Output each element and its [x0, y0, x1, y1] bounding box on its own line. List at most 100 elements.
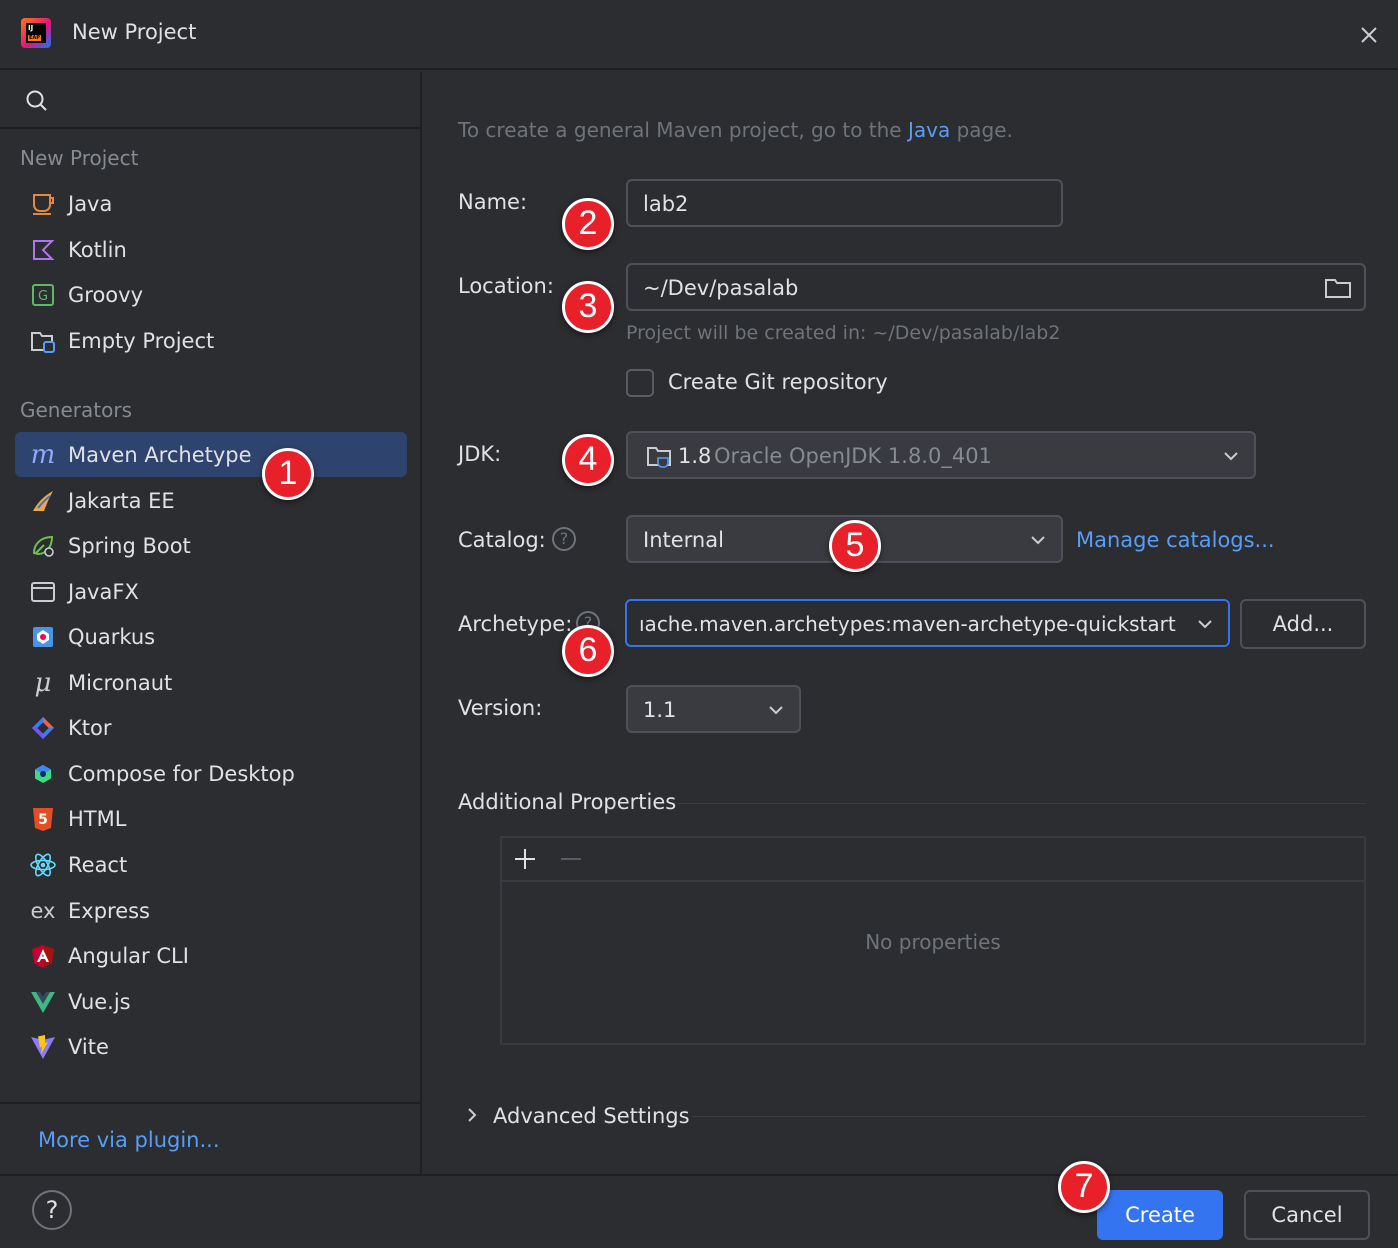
version-label: Version: [458, 696, 543, 720]
sidebar-item-label: JavaFX [68, 580, 139, 604]
sidebar-item-express[interactable]: ex Express [15, 888, 407, 933]
jdk-dropdown[interactable]: 1.8 Oracle OpenJDK 1.8.0_401 [626, 431, 1256, 479]
plus-icon[interactable] [512, 846, 538, 872]
sidebar-item-react[interactable]: React [15, 842, 407, 887]
sidebar-item-angular-cli[interactable]: Angular CLI [15, 933, 407, 978]
app-logo-badge: EAP [28, 35, 41, 41]
cancel-button[interactable]: Cancel [1244, 1190, 1370, 1240]
sidebar-item-micronaut[interactable]: μ Micronaut [15, 660, 407, 705]
more-via-plugin-link[interactable]: More via plugin... [38, 1128, 220, 1152]
archetype-label: Archetype: [458, 612, 573, 636]
location-field[interactable]: ~/Dev/pasalab [626, 263, 1366, 311]
sidebar-item-vue-js[interactable]: Vue.js [15, 979, 407, 1024]
sidebar-item-label: Express [68, 899, 151, 923]
search-icon[interactable] [24, 88, 50, 114]
sidebar-item-label: Empty Project [68, 329, 215, 353]
sidebar-item-label: Jakarta EE [68, 489, 175, 513]
sidebar-item-label: Vue.js [68, 990, 131, 1014]
express-icon: ex [30, 899, 56, 923]
sidebar-item-jakarta-ee[interactable]: Jakarta EE [15, 478, 407, 523]
sidebar-item-label: Vite [68, 1035, 109, 1059]
sidebar-item-vite[interactable]: Vite [15, 1024, 407, 1069]
help-button[interactable]: ? [32, 1190, 72, 1230]
compose-icon [29, 760, 57, 788]
catalog-label: Catalog: [458, 528, 546, 552]
sidebar: New Project Java Kotlin G Groovy Empty P… [0, 72, 422, 1174]
vite-icon [29, 1033, 57, 1061]
version-dropdown[interactable]: 1.1 [626, 685, 801, 733]
annotation-badge-4: 4 [562, 434, 614, 486]
jdk-folder-icon [647, 447, 671, 468]
sidebar-search[interactable] [0, 72, 420, 129]
name-label: Name: [458, 190, 528, 214]
quarkus-icon [29, 623, 57, 651]
properties-table: No properties [500, 836, 1366, 1045]
properties-toolbar [502, 838, 1364, 882]
manage-catalogs-link[interactable]: Manage catalogs... [1076, 528, 1275, 552]
kotlin-icon [29, 236, 57, 264]
no-properties-text: No properties [865, 930, 1001, 954]
dialog-footer: ? Create Cancel [0, 1174, 1398, 1248]
section-header-generators: Generators [20, 398, 132, 422]
vue-icon [29, 988, 57, 1016]
sidebar-item-label: React [68, 853, 128, 877]
annotation-badge-3: 3 [562, 281, 614, 333]
sidebar-item-ktor[interactable]: Ktor [15, 705, 407, 750]
sidebar-item-html[interactable]: 5 HTML [15, 796, 407, 841]
hint-suffix: page. [950, 118, 1013, 142]
chevron-down-icon [1224, 452, 1238, 461]
jdk-name: Oracle OpenJDK 1.8.0_401 [714, 444, 992, 468]
location-value: ~/Dev/pasalab [643, 276, 799, 300]
sidebar-item-label: Quarkus [68, 625, 156, 649]
advanced-settings-toggle[interactable]: Advanced Settings [493, 1104, 690, 1128]
sidebar-item-label: Compose for Desktop [68, 762, 295, 786]
create-button[interactable]: Create [1097, 1190, 1223, 1240]
catalog-value: Internal [643, 528, 724, 552]
sidebar-item-javafx[interactable]: JavaFX [15, 569, 407, 614]
sidebar-item-maven-archetype[interactable]: m Maven Archetype [15, 432, 407, 477]
catalog-help-icon[interactable]: ? [552, 527, 576, 551]
sidebar-item-label: Micronaut [68, 671, 173, 695]
annotation-badge-5: 5 [829, 520, 881, 572]
sidebar-item-spring-boot[interactable]: Spring Boot [15, 523, 407, 568]
folder-icon[interactable] [1324, 276, 1352, 300]
sidebar-item-label: Kotlin [68, 238, 127, 262]
maven-hint-text: To create a general Maven project, go to… [458, 118, 1013, 142]
sidebar-item-empty-project[interactable]: Empty Project [15, 318, 407, 363]
chevron-down-icon [769, 706, 783, 715]
chevron-right-icon[interactable] [462, 1105, 482, 1125]
close-icon[interactable] [1356, 22, 1382, 48]
add-archetype-button[interactable]: Add... [1240, 599, 1366, 649]
javafx-icon [29, 578, 57, 606]
sidebar-item-label: Java [68, 192, 113, 216]
sidebar-item-compose-for-desktop[interactable]: Compose for Desktop [15, 751, 407, 796]
additional-properties-title: Additional Properties [458, 790, 677, 814]
maven-icon: m [30, 440, 56, 470]
sidebar-item-java[interactable]: Java [15, 181, 407, 226]
name-field[interactable]: lab2 [626, 179, 1063, 227]
empty-project-icon [29, 327, 57, 355]
divider [692, 1116, 1366, 1117]
archetype-dropdown[interactable]: ıache.maven.archetypes:maven-archetype-q… [625, 599, 1230, 647]
sidebar-item-label: Angular CLI [68, 944, 189, 968]
java-page-link[interactable]: Java [908, 118, 950, 142]
sidebar-item-quarkus[interactable]: Quarkus [15, 614, 407, 659]
jakarta-icon [29, 487, 57, 515]
create-git-checkbox[interactable] [626, 369, 654, 397]
sidebar-item-label: Maven Archetype [68, 443, 252, 467]
version-value: 1.1 [643, 698, 677, 722]
sidebar-item-label: HTML [68, 807, 127, 831]
svg-text:G: G [38, 289, 48, 304]
java-icon [29, 190, 57, 218]
minus-icon[interactable] [558, 846, 584, 872]
annotation-badge-2: 2 [562, 198, 614, 250]
chevron-down-icon [1198, 620, 1212, 629]
sidebar-item-kotlin[interactable]: Kotlin [15, 227, 407, 272]
svg-text:5: 5 [38, 812, 48, 828]
project-path-hint: Project will be created in: ~/Dev/pasala… [626, 322, 1061, 344]
archetype-value: ıache.maven.archetypes:maven-archetype-q… [639, 612, 1176, 636]
sidebar-footer: More via plugin... [0, 1102, 420, 1174]
hint-prefix: To create a general Maven project, go to… [458, 118, 908, 142]
jdk-version: 1.8 [678, 444, 712, 468]
sidebar-item-groovy[interactable]: G Groovy [15, 272, 407, 317]
